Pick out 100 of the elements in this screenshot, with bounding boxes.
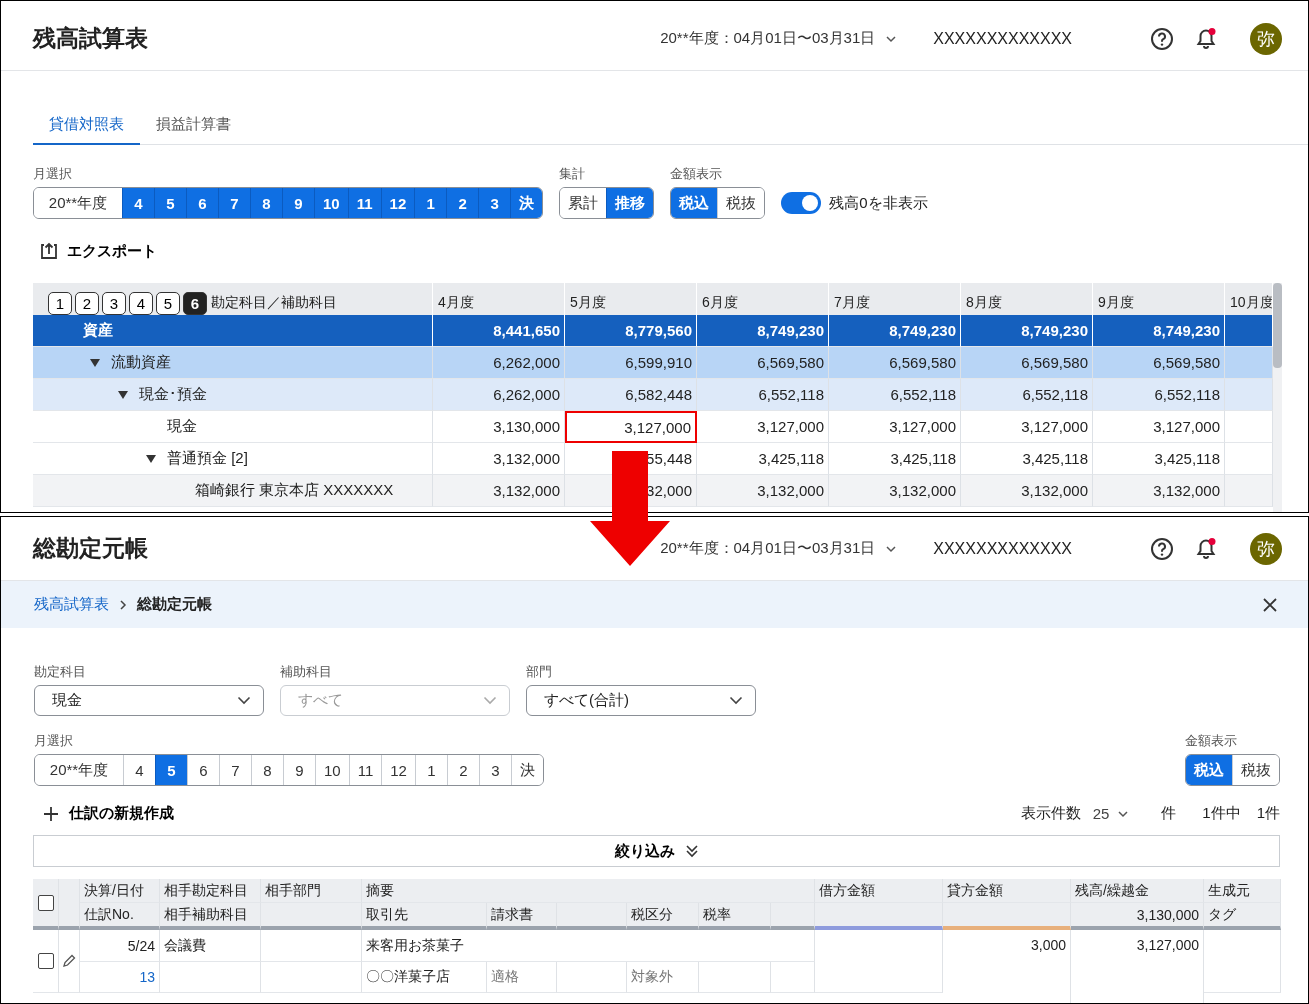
amount-cell: 3,127,000 <box>829 411 961 443</box>
upload-icon <box>39 241 59 261</box>
segment-button[interactable]: 税抜 <box>717 188 765 218</box>
column-header: タグ <box>1204 903 1281 930</box>
segment-button[interactable]: 6 <box>186 188 218 218</box>
segment-button[interactable]: 11 <box>347 188 381 218</box>
new-entry-button[interactable]: 仕訳の新規作成 <box>43 804 174 823</box>
amount-cell: 3,132,000 <box>433 475 565 507</box>
account-name: 流動資産 <box>111 353 171 372</box>
segment-button[interactable]: 2 <box>446 188 479 218</box>
segment-button[interactable]: 税込 <box>671 188 718 218</box>
close-icon[interactable] <box>1262 596 1278 613</box>
amount-cell: 3,132,000 <box>829 475 961 507</box>
segment-button[interactable]: 9 <box>282 188 314 218</box>
segment-button[interactable]: 決 <box>510 755 543 785</box>
column-header: 取引先 <box>362 903 487 930</box>
toggle-switch[interactable] <box>781 192 822 214</box>
breadcrumb-link[interactable]: 残高試算表 <box>34 595 109 614</box>
segment-button[interactable]: 8 <box>250 188 282 218</box>
column-header: 貸方金額 <box>943 879 1071 903</box>
field-label: 金額表示 <box>670 165 724 183</box>
export-button[interactable]: エクスポート <box>39 239 157 263</box>
amount-cell: 6,582,448 <box>565 379 697 411</box>
field-label: 月選択 <box>34 732 74 750</box>
segment-button[interactable]: 5 <box>155 755 187 785</box>
result-count: 1件 <box>1256 804 1280 823</box>
column-header: 税区分 <box>627 903 699 930</box>
segment-button[interactable]: 税込 <box>1186 755 1232 785</box>
company-name: XXXXXXXXXXXXX <box>933 29 1072 48</box>
segment-button[interactable]: 4 <box>122 188 154 218</box>
pencil-icon[interactable] <box>62 954 76 968</box>
chevron-down-icon <box>885 544 898 553</box>
user-avatar[interactable]: 弥 <box>1250 532 1282 565</box>
notification-bell-icon[interactable] <box>1194 26 1218 51</box>
breadcrumb-current: 総勘定元帳 <box>137 595 212 614</box>
segment-button[interactable]: 3 <box>478 188 511 218</box>
page-size-dropdown[interactable]: 25 <box>1088 805 1134 822</box>
plus-icon <box>43 805 59 822</box>
dropdown[interactable]: 現金 <box>34 685 264 716</box>
journal-number-link[interactable]: 13 <box>139 969 155 985</box>
table-cell: 来客用お茶菓子 <box>362 930 815 962</box>
segment-button[interactable]: 1 <box>414 188 447 218</box>
table-cell: 適格 <box>487 962 557 993</box>
period-selector[interactable]: 20**年度：04月01日〜03月31日 <box>660 539 898 558</box>
segment-button[interactable]: 5 <box>154 188 186 218</box>
chevron-down-icon <box>729 696 743 705</box>
table-cell <box>699 962 771 993</box>
amount-cell: 3,127,000 <box>697 411 829 443</box>
amount-cell: 3,130,000 <box>433 411 565 443</box>
table-cell: 5/24 <box>80 930 160 962</box>
amount-cell: 3,425,118 <box>829 443 961 475</box>
amount-cell: 3,425,118 <box>961 443 1093 475</box>
chevron-down-icon <box>237 696 251 705</box>
segment-button[interactable]: 12 <box>380 188 415 218</box>
table-cell <box>1225 379 1273 411</box>
collapse-triangle-icon[interactable] <box>117 389 129 400</box>
double-chevron-down-icon <box>684 844 699 858</box>
amount-cell: 3,127,000 <box>961 411 1093 443</box>
level-button[interactable]: 3 <box>102 291 126 315</box>
help-icon[interactable] <box>1150 536 1174 561</box>
collapse-triangle-icon[interactable] <box>145 453 157 464</box>
table-cell: 対象外 <box>627 962 699 993</box>
collapse-triangle-icon[interactable] <box>89 357 101 368</box>
dropdown[interactable]: すべて(合計) <box>526 685 756 716</box>
help-icon[interactable] <box>1150 26 1174 51</box>
notification-bell-icon[interactable] <box>1194 536 1218 561</box>
column-header: 生成元 <box>1204 879 1281 903</box>
segment-button[interactable]: 決 <box>510 188 543 218</box>
column-header: 税率 <box>699 903 771 930</box>
filter-toggle-button[interactable]: 絞り込み <box>33 835 1280 867</box>
chevron-right-icon <box>119 599 127 610</box>
scrollbar[interactable] <box>1273 283 1282 512</box>
checkbox[interactable] <box>37 953 54 969</box>
account-name: 普通預金 [2] <box>167 449 248 468</box>
level-button[interactable]: 5 <box>156 291 180 315</box>
period-selector[interactable]: 20**年度：04月01日〜03月31日 <box>660 29 898 48</box>
result-count: 1件中 <box>1202 804 1241 823</box>
page-size-label: 表示件数 <box>1020 804 1081 823</box>
amount-cell: 6,552,118 <box>1093 379 1225 411</box>
table-cell <box>771 962 815 993</box>
field-label: 部門 <box>526 663 553 681</box>
segment-button[interactable]: 税抜 <box>1232 755 1279 785</box>
level-button[interactable]: 6 <box>183 291 207 315</box>
user-avatar[interactable]: 弥 <box>1250 22 1282 55</box>
table-cell <box>1225 315 1273 347</box>
level-button[interactable]: 2 <box>75 291 99 315</box>
segment-button[interactable]: 推移 <box>606 188 654 218</box>
amount-cell: 8,749,230 <box>697 315 829 347</box>
column-header: 仕訳No. <box>80 903 160 930</box>
amount-cell: 8,749,230 <box>961 315 1093 347</box>
level-button[interactable]: 4 <box>129 291 153 315</box>
tab[interactable]: 損益計算書 <box>140 107 247 145</box>
segment-button[interactable]: 10 <box>314 188 348 218</box>
table-cell <box>1225 443 1273 475</box>
chevron-down-icon <box>1117 809 1130 818</box>
company-name: XXXXXXXXXXXXX <box>933 539 1072 558</box>
level-button[interactable]: 1 <box>48 291 72 315</box>
tab[interactable]: 貸借対照表 <box>33 107 140 145</box>
checkbox[interactable] <box>37 894 54 911</box>
segment-button[interactable]: 7 <box>218 188 250 218</box>
